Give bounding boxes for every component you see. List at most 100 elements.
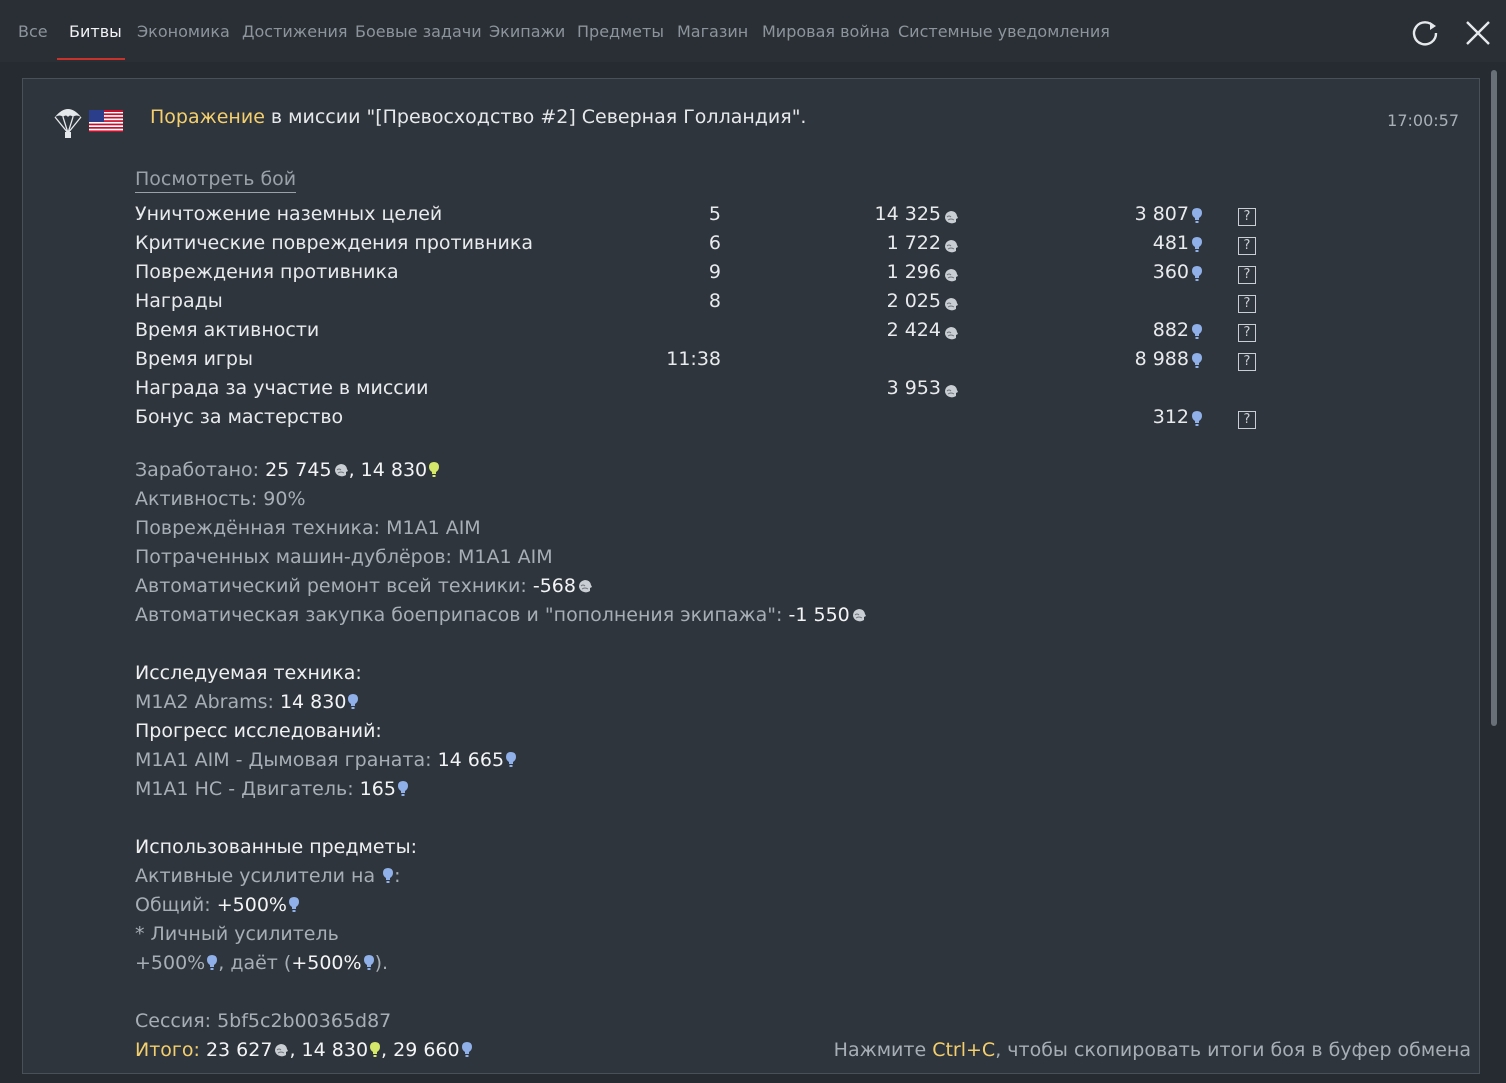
mission-result-title: Поражение в миссии "[Превосходство #2] С… [150, 106, 806, 128]
damaged-value: M1A1 AIM [386, 517, 481, 539]
research-bulb-icon [1191, 236, 1203, 257]
reward-row-label: Время игры [135, 348, 253, 370]
hint-post: , чтобы скопировать итоги боя в буфер об… [995, 1039, 1471, 1061]
earned-label: Заработано: [135, 459, 266, 481]
tab-world-war[interactable]: Мировая война [762, 22, 890, 41]
tab-battle-tasks[interactable]: Боевые задачи [355, 22, 482, 41]
reward-row-silver: 3 953 [886, 377, 941, 399]
separator: , [289, 1039, 302, 1061]
close-icon[interactable] [1461, 16, 1495, 50]
repair-line: Автоматический ремонт всей техники: -568 [135, 575, 593, 597]
research-bulb-icon [1191, 265, 1203, 286]
battle-report-window: Все Битвы Экономика Достижения Боевые за… [0, 0, 1506, 1083]
research-progress-title: Прогресс исследований: [135, 720, 382, 742]
help-icon[interactable]: ? [1238, 324, 1256, 342]
help-icon[interactable]: ? [1238, 237, 1256, 255]
reward-row-label: Время активности [135, 319, 320, 341]
tab-shop[interactable]: Магазин [677, 22, 748, 41]
backups-value: M1A1 AIM [457, 546, 553, 568]
tab-bar: Все Битвы Экономика Достижения Боевые за… [0, 0, 1506, 62]
research-bulb-icon [363, 954, 375, 971]
repair-value: -568 [532, 575, 576, 597]
gives-end: ). [374, 952, 389, 974]
research-bulb-icon [288, 896, 300, 913]
reward-row-count: 11:38 [666, 348, 721, 370]
total-booster-label: Общий: [135, 894, 217, 916]
total-line: Итого: 23 627, 14 830, 29 660 [135, 1039, 473, 1061]
watch-battle-link[interactable]: Посмотреть бой [135, 168, 297, 193]
research-item-2: M1A1 HC - Двигатель: 165 [135, 778, 409, 800]
tab-system-notifications[interactable]: Системные уведомления [898, 22, 1110, 41]
earned-rp: 14 830 [360, 459, 428, 481]
tab-achievements[interactable]: Достижения [242, 22, 348, 41]
gives-value: +500% [291, 952, 362, 974]
mission-name: в миссии "[Превосходство #2] Северная Го… [264, 106, 807, 128]
gives-text: , даёт ( [218, 952, 292, 974]
research-vehicle-line: M1A2 Abrams: 14 830 [135, 691, 359, 713]
reward-row-rp: 481 [1152, 232, 1189, 254]
research-bulb-icon [1191, 410, 1203, 431]
separator: , [381, 1039, 394, 1061]
help-icon[interactable]: ? [1238, 353, 1256, 371]
reward-row-silver: 1 296 [886, 261, 941, 283]
help-icon[interactable]: ? [1238, 411, 1256, 429]
help-icon[interactable]: ? [1238, 266, 1256, 284]
help-icon[interactable]: ? [1238, 295, 1256, 313]
total-rp: 29 660 [393, 1039, 460, 1061]
active-boosters-line: Активные усилители на : [135, 865, 401, 887]
scrollbar[interactable] [1491, 70, 1497, 726]
reward-row-label: Критические повреждения противника [135, 232, 534, 254]
reward-row-label: Повреждения противника [135, 261, 399, 283]
silver-lion-icon [943, 238, 959, 258]
boosters-label: Активные усилители на [135, 865, 382, 887]
research-bulb-icon [1191, 352, 1203, 373]
silver-lion-icon [943, 383, 959, 403]
report-panel: Поражение в миссии "[Превосходство #2] С… [22, 78, 1480, 1074]
used-items-title: Использованные предметы: [135, 836, 417, 858]
backups-line: Потраченных машин-дублёров: M1A1 AIM [135, 546, 553, 568]
ammo-value: -1 550 [788, 604, 850, 626]
usa-flag-icon [89, 110, 123, 136]
silver-lion-icon [851, 606, 867, 622]
reward-row-silver: 14 325 [874, 203, 941, 225]
item2-rp: 165 [359, 778, 396, 800]
silver-lion-icon [333, 461, 349, 477]
research-bulb-icon [206, 954, 218, 971]
reward-row-silver: 2 424 [886, 319, 941, 341]
research-bulb-icon [428, 461, 440, 478]
item2-label: M1A1 HC - Двигатель: [135, 778, 360, 800]
total-booster-value: +500% [216, 894, 287, 916]
ammo-line: Автоматическая закупка боеприпасов и "по… [135, 604, 867, 626]
session-id: Сессия: 5bf5c2b00365d87 [135, 1010, 392, 1032]
activity-line: Активность: 90% [135, 488, 306, 510]
refresh-icon[interactable] [1408, 16, 1442, 50]
hint-key: Ctrl+C [932, 1039, 996, 1061]
item1-label: M1A1 AIM - Дымовая граната: [135, 749, 438, 771]
reward-row-count: 5 [708, 203, 721, 225]
boosters-suffix: : [394, 865, 401, 887]
tab-economy[interactable]: Экономика [137, 22, 230, 41]
total-label: Итого: [135, 1039, 200, 1061]
reward-row-silver: 1 722 [886, 232, 941, 254]
personal-booster-line: * Личный усилитель [135, 923, 339, 945]
damaged-vehicles-line: Повреждённая техника: M1A1 AIM [135, 517, 481, 539]
tab-items[interactable]: Предметы [577, 22, 664, 41]
research-bulb-icon [397, 780, 409, 797]
tab-all[interactable]: Все [18, 22, 48, 41]
help-icon[interactable]: ? [1238, 208, 1256, 226]
silver-lion-icon [273, 1041, 289, 1057]
silver-lion-icon [943, 325, 959, 345]
damaged-label: Повреждённая техника: [135, 517, 387, 539]
tab-battles[interactable]: Битвы [69, 22, 122, 41]
tab-crews[interactable]: Экипажи [489, 22, 565, 41]
total-booster-line: Общий: +500% [135, 894, 300, 916]
ammo-label: Автоматическая закупка боеприпасов и "по… [135, 604, 789, 626]
research-bulb-icon [369, 1041, 381, 1058]
silver-lion-icon [943, 267, 959, 287]
research-bulb-icon [505, 751, 517, 768]
reward-row-silver: 2 025 [886, 290, 941, 312]
item1-rp: 14 665 [437, 749, 505, 771]
result-label: Поражение [150, 106, 265, 128]
personal-booster-value: +500% [135, 952, 206, 974]
parachute-icon [53, 103, 83, 143]
